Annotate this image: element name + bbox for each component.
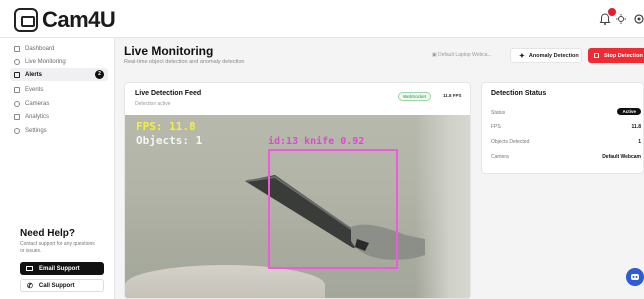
sidebar-item-dashboard[interactable]: Dashboard [10, 42, 108, 55]
sidebar-item-cameras[interactable]: Cameras [10, 97, 108, 110]
sidebar-item-analytics[interactable]: Analytics [10, 110, 108, 123]
calendar-icon [14, 86, 20, 93]
sidebar-item-label: Events [25, 86, 44, 93]
camera-logo-icon [14, 8, 38, 32]
detection-status-card: Detection Status Status Active FPS 11.8 … [481, 82, 644, 174]
video-feed: FPS: 11.8 Objects: 1 id:13 knife 0.92 [125, 115, 470, 298]
email-support-label: Email Support [39, 265, 80, 272]
sidebar-item-label: Analytics [25, 113, 50, 120]
phone-icon: ✆ [27, 282, 33, 290]
overlay-objects: Objects: 1 [136, 134, 203, 147]
status-active-badge: Active [617, 108, 641, 115]
status-row-value: 1 [638, 139, 641, 145]
sidebar-item-label: Live Monitoring [25, 58, 66, 65]
status-row-label: FPS [491, 124, 501, 130]
detection-bounding-box [268, 149, 398, 269]
stop-detection-label: Stop Detection [604, 52, 643, 59]
sidebar-item-label: Alerts [25, 71, 43, 78]
sidebar-item-label: Dashboard [25, 45, 55, 52]
camera-select-value: Default Laptop Webca... [438, 52, 492, 58]
top-bar: Cam4U [0, 0, 644, 38]
help-title: Need Help? [20, 228, 76, 239]
alerts-count-badge: 2 [95, 70, 104, 79]
live-detection-feed-card: Live Detection Feed Detection active Web… [124, 82, 471, 299]
status-row-value: 11.8 [631, 124, 641, 130]
sidebar-item-alerts[interactable]: Alerts 2 [10, 68, 108, 81]
page-subtitle: Real-time object detection and anomaly d… [124, 59, 245, 65]
sidebar-item-label: Cameras [25, 100, 50, 107]
feed-subtitle: Detection active [135, 101, 171, 107]
feed-title: Live Detection Feed [135, 90, 202, 97]
mail-icon [26, 266, 33, 271]
detection-label: id:13 knife 0.92 [268, 136, 365, 147]
sidebar-item-live-monitoring[interactable]: Live Monitoring [10, 55, 108, 68]
overlay-fps: FPS: 11.8 [136, 120, 196, 133]
status-row-status: Status Active [491, 108, 641, 120]
feed-fps-label: 11.8 FPS [443, 93, 462, 98]
call-support-button[interactable]: ✆ Call Support [20, 279, 104, 292]
sidebar-item-label: Settings [25, 127, 47, 134]
chart-icon [14, 113, 20, 120]
theme-toggle-icon[interactable] [614, 12, 628, 26]
status-row-fps: FPS 11.8 [491, 124, 641, 134]
help-text: Contact support for any questions or iss… [20, 241, 95, 254]
camera-select[interactable]: ▣ Default Laptop Webca... [432, 52, 504, 58]
settings-gear-icon[interactable] [632, 12, 644, 26]
anomaly-detection-button[interactable]: ✦ Anomaly Detection [510, 48, 582, 63]
video-icon [14, 58, 20, 65]
status-row-label: Status [491, 110, 506, 116]
stop-detection-button[interactable]: Stop Detection [588, 48, 644, 63]
status-title: Detection Status [491, 90, 547, 97]
sidebar: Dashboard Live Monitoring Alerts 2 Event… [0, 38, 115, 299]
call-support-label: Call Support [38, 282, 75, 289]
status-row-value: Default Webcam [602, 154, 641, 160]
status-row-label: Objects Detected [491, 139, 530, 145]
sparkle-icon: ✦ [519, 52, 525, 60]
app-logo[interactable]: Cam4U [14, 7, 116, 33]
websocket-badge: WebSocket [398, 92, 431, 101]
email-support-button[interactable]: Email Support [20, 262, 104, 275]
status-row-camera: Camera Default Webcam [491, 154, 641, 164]
stop-square-icon [594, 53, 599, 58]
app-name: Cam4U [42, 7, 116, 32]
gear-icon [14, 127, 20, 134]
dashboard-icon [14, 45, 20, 52]
sidebar-item-events[interactable]: Events [10, 83, 108, 96]
chatbot-icon[interactable] [626, 268, 644, 286]
status-row-objects: Objects Detected 1 [491, 139, 641, 149]
anomaly-detection-label: Anomaly Detection [528, 52, 579, 59]
notification-bell-icon[interactable] [598, 8, 616, 26]
camera-icon [14, 100, 20, 107]
page-title: Live Monitoring [124, 44, 214, 58]
sidebar-item-settings[interactable]: Settings [10, 124, 108, 137]
bell-icon [14, 71, 20, 78]
status-row-label: Camera [491, 154, 509, 160]
